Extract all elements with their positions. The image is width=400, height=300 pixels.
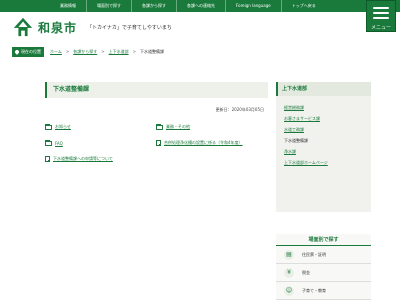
- link-applications[interactable]: 下水道整備課への申請等について: [45, 151, 268, 167]
- topnav-contacts[interactable]: 各課への連絡先: [176, 0, 225, 12]
- side-item-water-works[interactable]: 水道工務課: [284, 124, 363, 135]
- side-item-management[interactable]: 経営総務課: [284, 102, 363, 113]
- topnav-back-to-top[interactable]: トップへ戻る: [280, 0, 326, 12]
- folder-icon: [45, 123, 52, 130]
- menu-button[interactable]: メニュー: [366, 0, 396, 32]
- child-icon: ☺: [284, 285, 294, 296]
- site-name: 和泉市: [38, 20, 78, 35]
- purpose-search: 場面別で探す ▤ 住民票・証明 ¥ 税金 ☺ 子育て・教育: [276, 234, 371, 300]
- breadcrumb-trail: ホーム > 各課から探す > 上下水道部 > 下水道整備課: [50, 49, 164, 55]
- breadcrumb-water-dept[interactable]: 上下水道部: [109, 49, 129, 55]
- topnav-departments[interactable]: 各課から探す: [131, 0, 176, 12]
- breadcrumb-current: 下水道整備課: [139, 49, 164, 54]
- side-nav-list: 経営総務課 お客さまサービス課 水道工務課 下水道整備課 浄水課 上下水道部ホー…: [276, 96, 371, 168]
- breadcrumb-departments[interactable]: 各課から探す: [73, 49, 97, 55]
- link-news[interactable]: お知らせ: [45, 119, 156, 135]
- side-item-homepage[interactable]: 上下水道部ホームページ: [284, 157, 363, 168]
- side-item-purification[interactable]: 浄水課: [284, 146, 363, 157]
- updated-date: 更新日：2020年03月05日: [215, 107, 264, 112]
- topnav-scene[interactable]: 場面別で探す: [86, 0, 131, 12]
- purpose-title: 場面別で探す: [276, 234, 371, 246]
- page-title: 下水道整備課: [45, 82, 268, 98]
- tax-icon: ¥: [284, 267, 294, 278]
- document-icon: [156, 140, 161, 146]
- document-icon: [45, 156, 50, 162]
- topnav-business[interactable]: 業務情報: [50, 0, 86, 12]
- link-septic-tank[interactable]: 合併処理浄化槽の設置に係る（令和4年度）: [156, 135, 267, 151]
- link-row: FAQ 合併処理浄化槽の設置に係る（令和4年度）: [45, 135, 268, 151]
- top-bar: 業務情報 場面別で探す 各課から探す 各課への連絡先 Foreign langu…: [0, 0, 400, 12]
- hamburger-icon: [373, 7, 389, 9]
- folder-icon: [45, 139, 52, 146]
- current-position-label: 現在の位置: [12, 47, 44, 57]
- breadcrumb-separator: >: [132, 49, 136, 54]
- side-navigation: 上下水道部 経営総務課 お客さまサービス課 水道工務課 下水道整備課 浄水課 上…: [276, 82, 371, 212]
- purpose-item-tax[interactable]: ¥ 税金: [276, 264, 371, 282]
- purpose-item-certificate[interactable]: ▤ 住民票・証明: [276, 246, 371, 264]
- category-links: お知らせ 業務・その他 FAQ 合併処理浄化槽の設置に係る（令和4年度） 下水道…: [45, 119, 268, 167]
- link-row: お知らせ 業務・その他: [45, 119, 268, 135]
- side-nav-title[interactable]: 上下水道部: [276, 82, 371, 96]
- purpose-item-childcare[interactable]: ☺ 子育て・教育: [276, 282, 371, 300]
- menu-label: メニュー: [370, 25, 391, 31]
- site-logo[interactable]: 和泉市 「トカイナカ」で子育てしやすいまち: [12, 16, 172, 38]
- top-navigation: 業務情報 場面別で探す 各課から探す 各課への連絡先 Foreign langu…: [50, 0, 326, 12]
- breadcrumb-separator: >: [101, 49, 105, 54]
- certificate-icon: ▤: [284, 249, 294, 260]
- main-content: 下水道整備課 更新日：2020年03月05日 お知らせ 業務・その他 FAQ 合…: [45, 82, 268, 277]
- link-faq[interactable]: FAQ: [45, 135, 156, 151]
- topnav-foreign-language[interactable]: Foreign language: [225, 0, 281, 12]
- link-row: 下水道整備課への申請等について: [45, 151, 268, 167]
- site-tagline: 「トカイナカ」で子育てしやすいまち: [87, 24, 172, 31]
- side-item-sewer-current: 下水道整備課: [284, 138, 308, 143]
- side-item-customer-service[interactable]: お客さまサービス課: [284, 113, 363, 124]
- folder-icon: [156, 123, 163, 130]
- location-pin-icon: [14, 49, 20, 55]
- breadcrumb: 現在の位置 ホーム > 各課から探す > 上下水道部 > 下水道整備課: [12, 47, 388, 57]
- breadcrumb-home[interactable]: ホーム: [50, 49, 62, 55]
- breadcrumb-separator: >: [65, 49, 70, 54]
- city-emblem-icon: [13, 17, 33, 37]
- link-business-other[interactable]: 業務・その他: [156, 119, 267, 135]
